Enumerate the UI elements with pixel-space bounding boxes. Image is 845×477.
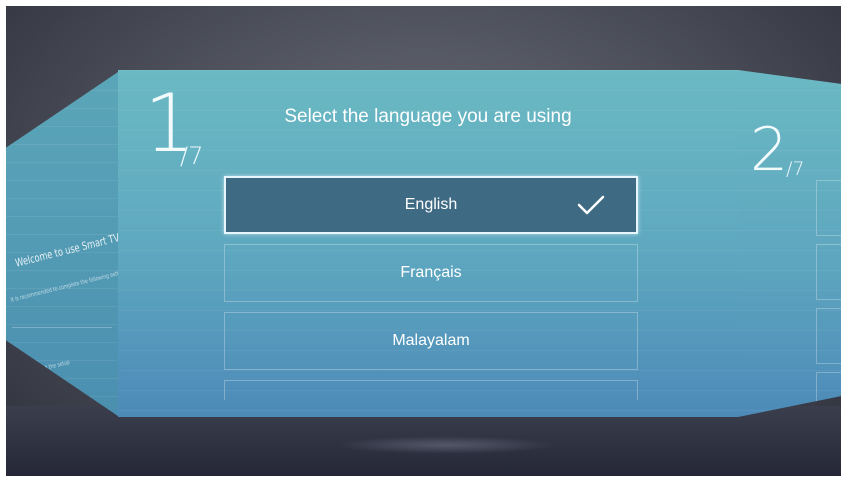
next-step-number: 2	[750, 115, 789, 185]
next-step-total: /7	[786, 158, 805, 180]
next-option-box	[816, 244, 841, 300]
language-option-partial[interactable]	[224, 380, 638, 400]
tv-screen: Welcome to use Smart TV It is recommende…	[6, 6, 841, 476]
language-setup-panel: 1 /7 Select the language you are using E…	[118, 70, 738, 417]
floor-reflection	[336, 436, 556, 454]
language-list: English Français Malayalam	[224, 176, 638, 410]
step-total: /7	[180, 142, 204, 170]
welcome-divider	[12, 327, 112, 328]
language-label: English	[404, 196, 458, 213]
language-option-english[interactable]: English	[224, 176, 638, 234]
page-title: Select the language you are using	[284, 106, 572, 127]
next-option-box	[816, 180, 841, 236]
welcome-panel[interactable]: Welcome to use Smart TV It is recommende…	[6, 72, 118, 416]
language-label: Malayalam	[392, 332, 470, 349]
language-option-malayalam[interactable]: Malayalam	[224, 312, 638, 370]
checkmark-icon	[577, 195, 605, 215]
next-option-box	[816, 308, 841, 364]
language-option-francais[interactable]: Français	[224, 244, 638, 302]
next-option-box	[816, 372, 841, 402]
next-step-panel[interactable]: 2 /7	[738, 70, 841, 417]
language-label: Français	[400, 264, 462, 281]
